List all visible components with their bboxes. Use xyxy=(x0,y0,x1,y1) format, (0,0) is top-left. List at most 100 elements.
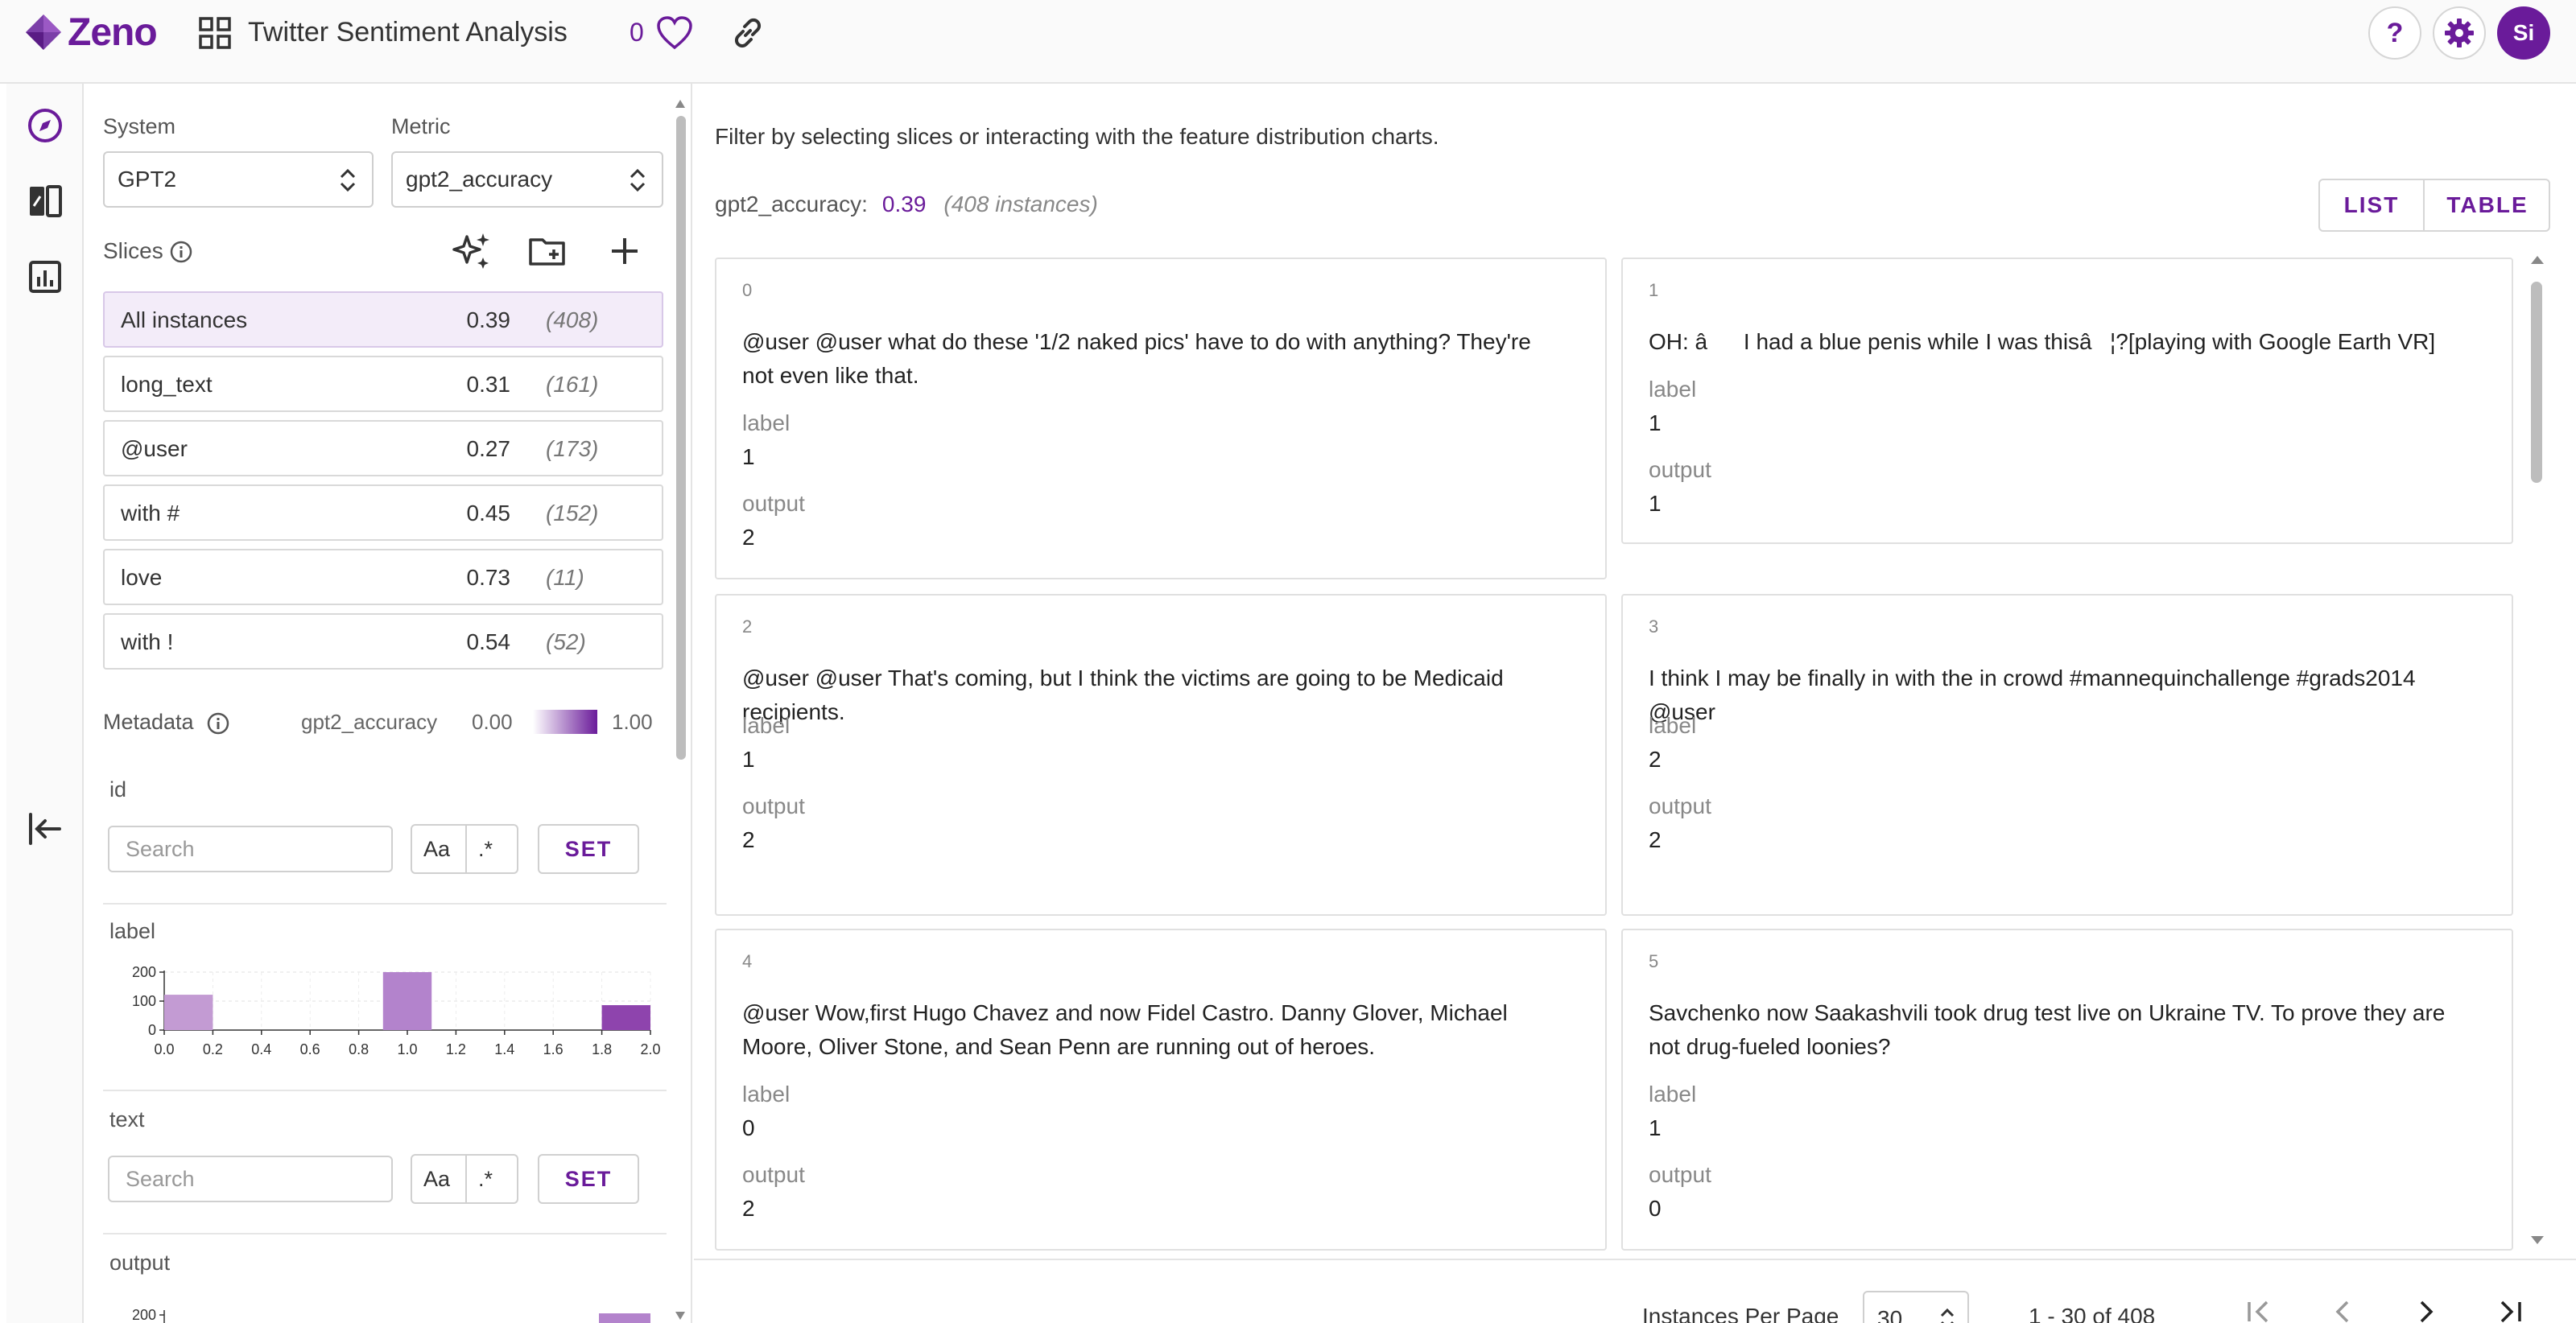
collapse-sidebar-icon[interactable] xyxy=(26,810,64,848)
last-page-icon[interactable] xyxy=(2492,1294,2528,1323)
text-set-button[interactable]: SET xyxy=(538,1154,639,1204)
instance-card[interactable]: 2 @user @user That's coming, but I think … xyxy=(715,594,1607,916)
output-histogram[interactable]: 200 xyxy=(103,1299,667,1323)
add-slice-icon[interactable] xyxy=(604,230,646,272)
label-histogram[interactable]: 0 100 200 0.0 0.2 0.4 0.6 0.8 1.0 1.2 1.4 1.6 1.8 2.0 xyxy=(103,961,667,1074)
instance-text: @user Wow,first Hugo Chavez and now Fide… xyxy=(742,1000,1508,1059)
case-sensitive-toggle[interactable]: Aa xyxy=(423,1167,450,1192)
system-value: GPT2 xyxy=(118,167,177,192)
slice-row[interactable]: with # 0.45 (152) xyxy=(103,484,663,541)
help-icon: ? xyxy=(2386,17,2404,48)
list-view-button[interactable]: LIST xyxy=(2320,180,2423,230)
slice-row[interactable]: love 0.73 (11) xyxy=(103,549,663,605)
histogram-bar[interactable] xyxy=(382,972,432,1030)
id-search-options: Aa .* xyxy=(411,824,518,874)
compare-icon[interactable] xyxy=(26,182,64,220)
pagination-bar: Instances Per Page 30 1 - 30 of 408 xyxy=(694,1259,2576,1323)
instance-id: 4 xyxy=(742,951,753,971)
slice-row[interactable]: long_text 0.31 (161) xyxy=(103,356,663,412)
output-value: 1 xyxy=(1649,491,1662,516)
gear-icon xyxy=(2445,19,2474,47)
metric-select[interactable]: gpt2_accuracy xyxy=(391,151,663,208)
label-value: 1 xyxy=(1649,1115,1662,1140)
text-search-options: Aa .* xyxy=(411,1154,518,1204)
x-tick-label: 0.0 xyxy=(154,1041,174,1057)
id-set-button[interactable]: SET xyxy=(538,824,639,874)
regex-toggle[interactable]: .* xyxy=(478,837,493,862)
per-page-value: 30 xyxy=(1877,1306,1903,1323)
heart-icon[interactable] xyxy=(655,14,694,52)
per-page-select[interactable]: 30 xyxy=(1863,1291,1969,1323)
top-bar: Zeno Twitter Sentiment Analysis 0 ? Si xyxy=(0,0,2576,84)
instance-id: 2 xyxy=(742,616,753,637)
divider xyxy=(103,1090,667,1091)
slice-metric: 0.27 xyxy=(466,436,511,461)
case-sensitive-toggle[interactable]: Aa xyxy=(423,837,450,862)
settings-button[interactable] xyxy=(2433,6,2486,60)
slice-count: (408) xyxy=(546,307,599,332)
sparkle-icon[interactable] xyxy=(451,230,493,272)
slice-row[interactable]: All instances 0.39 (408) xyxy=(103,291,663,348)
label-key: label xyxy=(742,1082,791,1107)
slice-name: All instances xyxy=(121,307,248,332)
info-icon[interactable] xyxy=(169,240,193,264)
slices-label: Slices xyxy=(103,238,163,263)
slice-row[interactable]: with ! 0.54 (52) xyxy=(103,613,663,670)
instances-scroll-thumb[interactable] xyxy=(2531,282,2542,483)
instance-id: 5 xyxy=(1649,951,1659,971)
histogram-bar[interactable] xyxy=(164,995,213,1030)
left-rail xyxy=(6,84,84,1323)
previous-page-icon[interactable] xyxy=(2325,1294,2360,1323)
id-search-input[interactable]: Search xyxy=(108,826,393,872)
slice-name: with ! xyxy=(121,629,174,654)
system-select[interactable]: GPT2 xyxy=(103,151,374,208)
select-arrows-icon xyxy=(630,168,646,192)
histogram-bar[interactable] xyxy=(601,1005,650,1030)
zeno-logo[interactable]: Zeno xyxy=(24,11,158,54)
select-arrows-icon xyxy=(340,168,356,192)
instance-card[interactable]: 5 Savchenko now Saakashvili took drug tes… xyxy=(1621,929,2513,1251)
x-tick-label: 2.0 xyxy=(640,1041,660,1057)
first-page-icon[interactable] xyxy=(2241,1294,2277,1323)
histogram-bar[interactable] xyxy=(599,1313,650,1323)
instance-card[interactable]: 1 OH: âI had a blue penis while I was t… xyxy=(1621,258,2513,544)
next-page-icon[interactable] xyxy=(2409,1294,2444,1323)
slice-count: (11) xyxy=(546,565,584,590)
slice-metric: 0.73 xyxy=(466,565,511,590)
slice-count: (173) xyxy=(546,436,599,461)
sidebar-scroll-thumb[interactable] xyxy=(676,116,686,760)
divider xyxy=(103,1233,667,1234)
grid-icon[interactable] xyxy=(198,16,232,50)
compass-icon[interactable] xyxy=(26,106,64,145)
metric-value: 0.39 xyxy=(881,192,927,216)
feature-name-id: id xyxy=(109,777,127,802)
chart-icon[interactable] xyxy=(26,258,64,296)
x-tick-label: 0.8 xyxy=(349,1041,369,1057)
regex-toggle[interactable]: .* xyxy=(478,1167,493,1192)
label-key: label xyxy=(1649,377,1697,402)
link-icon[interactable] xyxy=(729,14,766,52)
label-value: 2 xyxy=(1649,747,1662,772)
new-folder-icon[interactable] xyxy=(526,230,568,272)
x-tick-label: 0.6 xyxy=(300,1041,320,1057)
user-avatar[interactable]: Si xyxy=(2497,6,2550,60)
help-button[interactable]: ? xyxy=(2368,6,2421,60)
info-icon[interactable] xyxy=(206,711,230,736)
text-search-input[interactable]: Search xyxy=(108,1156,393,1202)
x-tick-label: 1.8 xyxy=(592,1041,612,1057)
feature-name-text: text xyxy=(109,1107,145,1131)
instance-card[interactable]: 0 @user @user what do these '1/2 naked pi… xyxy=(715,258,1607,579)
feature-name-output: output xyxy=(109,1251,171,1275)
slice-metric: 0.39 xyxy=(466,307,511,332)
instance-card[interactable]: 3 I think I may be finally in with the in… xyxy=(1621,594,2513,916)
output-value: 2 xyxy=(742,525,755,550)
table-view-button[interactable]: TABLE xyxy=(2425,180,2550,230)
metric-count: (408 instances) xyxy=(943,192,1098,216)
output-key: output xyxy=(1649,457,1711,482)
y-tick-label: 200 xyxy=(132,964,156,980)
system-label: System xyxy=(103,114,176,138)
instance-card[interactable]: 4 @user Wow,first Hugo Chavez and now Fid… xyxy=(715,929,1607,1251)
view-toggle: LIST TABLE xyxy=(2318,179,2550,232)
label-value: 1 xyxy=(742,444,755,469)
slice-row[interactable]: @user 0.27 (173) xyxy=(103,420,663,476)
